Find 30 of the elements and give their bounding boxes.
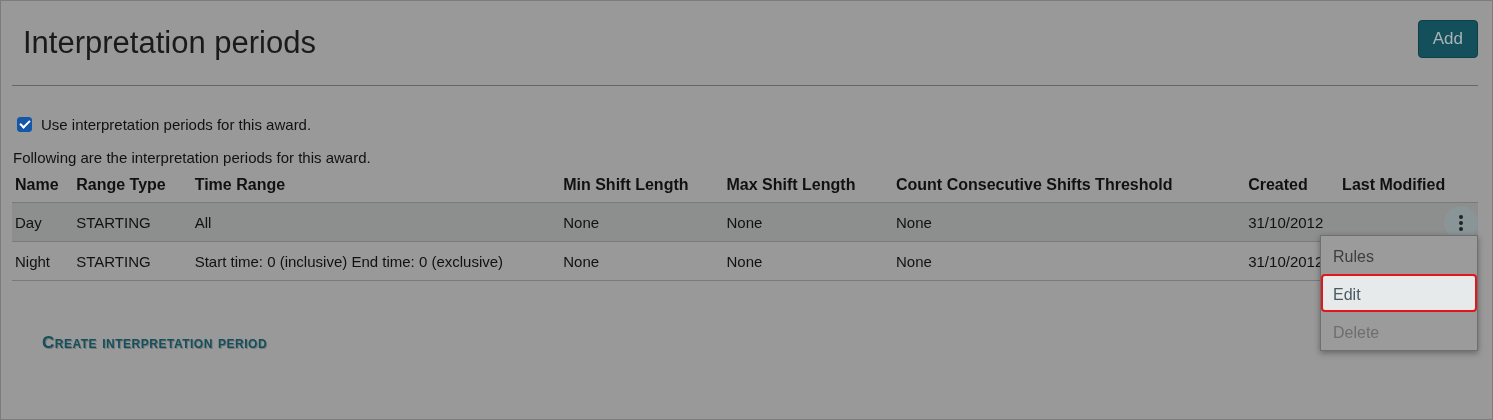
table-cell: Start time: 0 (inclusive) End time: 0 (exclusive) — [194, 252, 504, 270]
checkbox-label: Use interpretation periods for this award. — [41, 115, 312, 133]
table-cell: STARTING — [76, 252, 151, 270]
table-cell: None — [896, 252, 932, 270]
table-cell: Night — [15, 252, 51, 270]
table-cell: None — [726, 213, 763, 231]
column-header: Count Consecutive Shifts Threshold — [896, 176, 1173, 193]
table-cell: None — [896, 213, 932, 231]
menu-item[interactable]: Edit — [1321, 274, 1477, 312]
column-header: Max Shift Length — [726, 176, 856, 193]
table-cell: None — [563, 252, 600, 270]
checkbox[interactable] — [17, 116, 32, 132]
column-header: Last Modified — [1342, 176, 1446, 193]
column-header: Range Type — [76, 176, 166, 193]
column-header: Created — [1248, 176, 1308, 193]
add-button[interactable]: Add — [1417, 20, 1478, 58]
table-cell: None — [563, 213, 600, 231]
create-link[interactable]: Create interpretation period — [42, 333, 268, 352]
table-cell: Day — [15, 213, 42, 231]
table-cell: None — [726, 252, 763, 270]
column-header: Name — [15, 176, 59, 193]
intro-text: Following are the interpretation periods for this award. — [13, 148, 372, 168]
table-row[interactable]: Day STARTING All None None None 31/10/2012 — [12, 202, 1478, 242]
column-header: Time Range — [194, 176, 286, 193]
table-cell: 31/10/2012 — [1248, 252, 1324, 270]
page-title: Interpretation periods — [23, 25, 316, 61]
table-cell: 31/10/2012 — [1248, 213, 1324, 231]
table-cell: STARTING — [76, 213, 151, 231]
column-header: Min Shift Length — [563, 176, 689, 193]
table-cell: All — [194, 213, 212, 231]
